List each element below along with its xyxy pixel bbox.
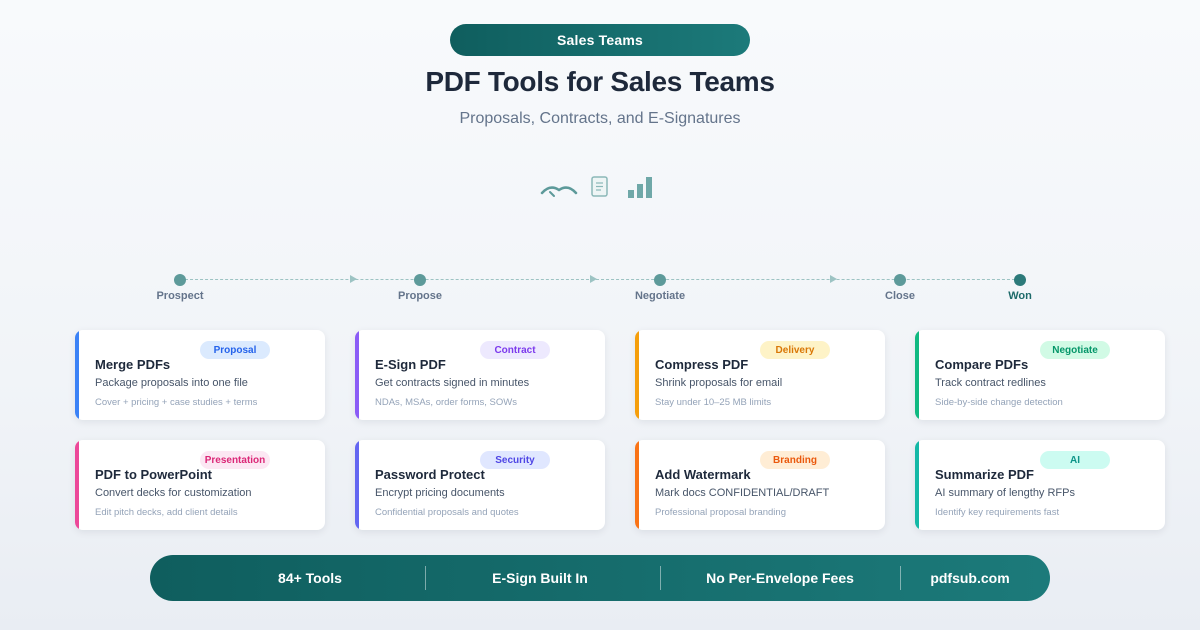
card-accent-bar	[915, 440, 919, 530]
tool-card-compress-pdf[interactable]: Delivery Compress PDF Shrink proposals f…	[635, 330, 885, 420]
card-category-badge: AI	[1040, 451, 1110, 469]
card-accent-bar	[635, 440, 639, 530]
pipeline-stage-won: Won	[960, 268, 1080, 302]
page-title: PDF Tools for Sales Teams	[425, 66, 775, 97]
pipeline-stage-close: Close	[840, 268, 960, 302]
card-note: Stay under 10–25 MB limits	[655, 397, 772, 408]
card-description: AI summary of lengthy RFPs	[935, 487, 1075, 499]
pipeline-stage-prospect: Prospect	[120, 268, 240, 302]
card-title: Merge PDFs	[95, 357, 171, 372]
stage-label: Won	[1008, 290, 1032, 302]
pipeline-arrow-icon	[830, 275, 837, 283]
stage-dot	[174, 274, 186, 286]
tool-card-add-watermark[interactable]: Branding Add Watermark Mark docs CONFIDE…	[635, 440, 885, 530]
document-icon	[591, 176, 609, 203]
tool-card-password-protect[interactable]: Security Password Protect Encrypt pricin…	[355, 440, 605, 530]
footer-site-link[interactable]: pdfsub.com	[910, 555, 1030, 601]
footer-esign: E-Sign Built In	[492, 570, 588, 586]
card-note: Confidential proposals and quotes	[375, 507, 519, 518]
card-category-badge: Branding	[760, 451, 830, 469]
card-title: E-Sign PDF	[375, 357, 446, 372]
footer-no-fees: No Per-Envelope Fees	[706, 570, 854, 586]
card-title: Compare PDFs	[935, 357, 1029, 372]
card-note: Cover + pricing + case studies + terms	[95, 397, 258, 408]
card-note: Side-by-side change detection	[935, 397, 1063, 408]
card-title: Compress PDF	[655, 357, 749, 372]
footer-tools-count: 84+ Tools	[278, 570, 342, 586]
card-category-badge: Delivery	[760, 341, 830, 359]
card-title: Password Protect	[375, 467, 485, 482]
stage-label: Negotiate	[634, 290, 686, 302]
card-accent-bar	[355, 440, 359, 530]
stage-dot	[654, 274, 666, 286]
card-accent-bar	[355, 330, 359, 420]
card-note: Edit pitch decks, add client details	[95, 507, 238, 518]
card-note: Identify key requirements fast	[935, 507, 1060, 518]
card-accent-bar	[75, 330, 79, 420]
hero-icons	[536, 172, 666, 206]
stage-label: Prospect	[156, 290, 204, 302]
card-description: Get contracts signed in minutes	[375, 377, 530, 389]
card-category-badge: Contract	[480, 341, 550, 359]
card-description: Shrink proposals for email	[655, 377, 783, 389]
pipeline-stage-negotiate: Negotiate	[600, 268, 720, 302]
pipeline-arrow-icon	[590, 275, 597, 283]
card-accent-bar	[635, 330, 639, 420]
tool-card-merge-pdfs[interactable]: Proposal Merge PDFs Package proposals in…	[75, 330, 325, 420]
card-title: PDF to PowerPoint	[95, 467, 212, 482]
feature-footer-bar: 84+ Tools E-Sign Built In No Per-Envelop…	[150, 555, 1050, 601]
sales-pipeline: Prospect Propose Negotiate Close Won	[0, 268, 1200, 308]
card-note: NDAs, MSAs, order forms, SOWs	[375, 397, 517, 408]
footer-divider	[425, 566, 426, 590]
stage-dot	[1014, 274, 1026, 286]
card-category-badge: Security	[480, 451, 550, 469]
card-description: Convert decks for customization	[95, 487, 252, 499]
pipeline-stage-propose: Propose	[360, 268, 480, 302]
handshake-icon	[540, 184, 578, 205]
footer-divider	[660, 566, 661, 590]
tool-card-pdf-to-powerpoint[interactable]: Presentation PDF to PowerPoint Convert d…	[75, 440, 325, 530]
card-title: Summarize PDF	[935, 467, 1034, 482]
card-accent-bar	[915, 330, 919, 420]
audience-tag: Sales Teams	[450, 24, 750, 56]
stage-label: Propose	[397, 290, 442, 302]
card-accent-bar	[75, 440, 79, 530]
tool-card-summarize-pdf[interactable]: AI Summarize PDF AI summary of lengthy R…	[915, 440, 1165, 530]
card-category-badge: Proposal	[200, 341, 270, 359]
stage-label: Close	[885, 290, 915, 302]
card-description: Track contract redlines	[935, 377, 1046, 389]
card-description: Package proposals into one file	[95, 377, 248, 389]
footer-divider	[900, 566, 901, 590]
tool-card-compare-pdfs[interactable]: Negotiate Compare PDFs Track contract re…	[915, 330, 1165, 420]
card-note: Professional proposal branding	[655, 507, 786, 518]
pipeline-arrow-icon	[350, 275, 357, 283]
bar-chart-icon	[628, 176, 654, 205]
card-category-badge: Negotiate	[1040, 341, 1110, 359]
tool-card-e-sign-pdf[interactable]: Contract E-Sign PDF Get contracts signed…	[355, 330, 605, 420]
card-description: Mark docs CONFIDENTIAL/DRAFT	[655, 487, 830, 499]
stage-dot	[894, 274, 906, 286]
card-title: Add Watermark	[655, 467, 751, 482]
stage-dot	[414, 274, 426, 286]
page-subtitle: Proposals, Contracts, and E-Signatures	[459, 110, 741, 127]
card-description: Encrypt pricing documents	[375, 487, 505, 499]
